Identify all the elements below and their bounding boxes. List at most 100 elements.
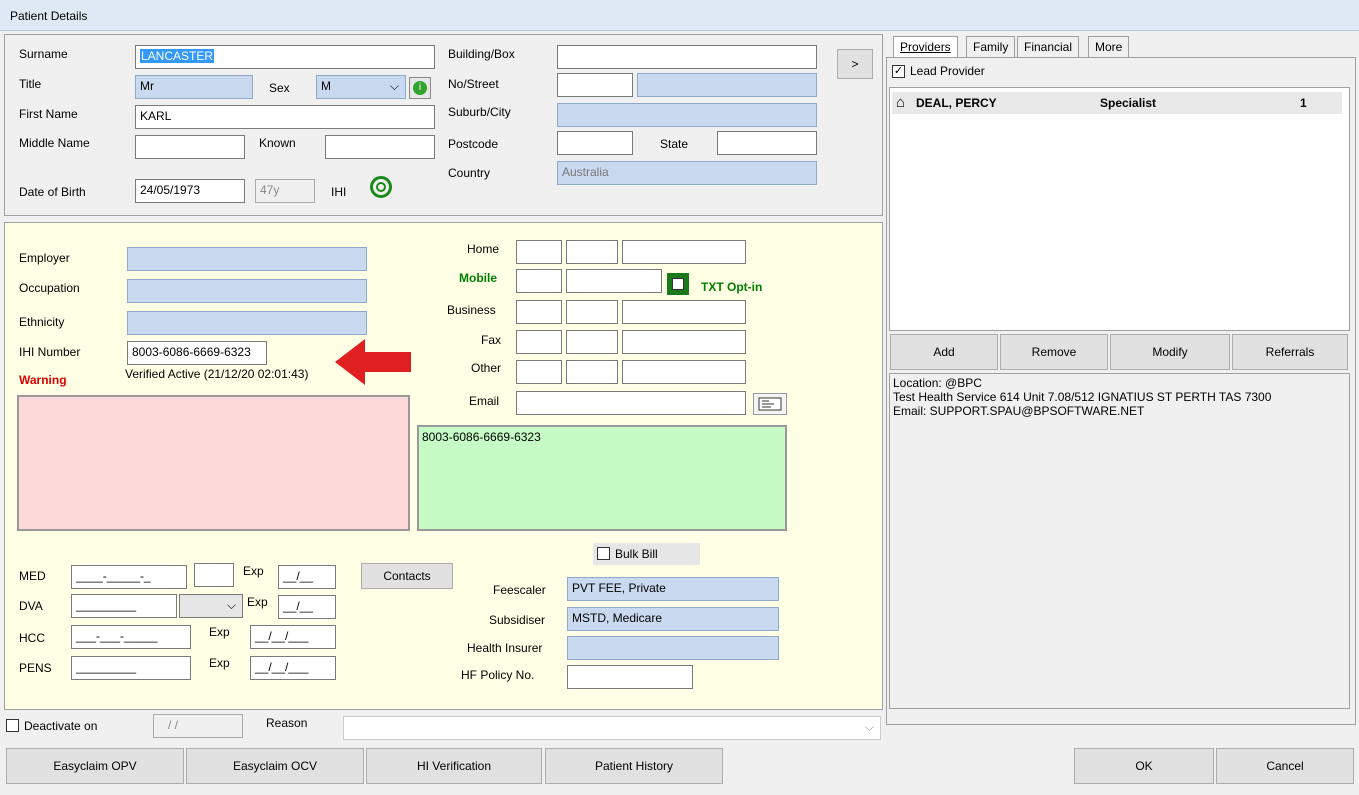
mobile-label: Mobile — [459, 271, 497, 285]
dob-input[interactable]: 24/05/1973 — [135, 179, 245, 203]
business-prefix-input[interactable] — [566, 300, 618, 324]
health-insurer-input[interactable] — [567, 636, 779, 660]
ok-button[interactable]: OK — [1074, 748, 1214, 784]
med-exp-label: Exp — [243, 564, 264, 578]
fax-area-input[interactable] — [516, 330, 562, 354]
other-area-input[interactable] — [516, 360, 562, 384]
business-area-input[interactable] — [516, 300, 562, 324]
txt-optin-checkbox[interactable] — [667, 273, 689, 295]
ihi-notes-textarea[interactable]: 8003-6086-6669-6323 — [417, 425, 787, 531]
email-compose-button[interactable] — [753, 393, 787, 415]
feescaler-input[interactable]: PVT FEE, Private — [567, 577, 779, 601]
title-label: Title — [19, 77, 42, 91]
title-input[interactable]: Mr — [135, 75, 253, 99]
fax-label: Fax — [481, 333, 502, 347]
subsidiser-input[interactable]: MSTD, Medicare — [567, 607, 779, 631]
lead-provider-checkbox[interactable]: ✓ — [892, 65, 905, 78]
occupation-label: Occupation — [19, 281, 80, 295]
surname-value: LANCASTER — [140, 49, 215, 63]
window-title: Patient Details — [10, 9, 88, 23]
postcode-input[interactable] — [557, 131, 633, 155]
tab-providers[interactable]: Providers — [893, 36, 958, 58]
home-area-input[interactable] — [516, 240, 562, 264]
warning-textarea[interactable] — [17, 395, 410, 531]
fax-number-input[interactable] — [622, 330, 746, 354]
more-address-button[interactable]: > — [837, 49, 873, 79]
occupation-input[interactable] — [127, 279, 367, 303]
remove-provider-button[interactable]: Remove — [1000, 334, 1108, 370]
details-panel: Employer Occupation Ethnicity IHI Number… — [4, 222, 883, 710]
med-irn-input[interactable] — [194, 563, 234, 587]
building-input[interactable] — [557, 45, 817, 69]
med-input[interactable]: ____-_____-_ — [71, 565, 187, 589]
deactivate-label: Deactivate on — [24, 719, 98, 733]
tab-financial[interactable]: Financial — [1017, 36, 1080, 58]
home-label: Home — [467, 242, 500, 256]
dva-exp-input[interactable]: __/__ — [278, 595, 336, 619]
other-number-input[interactable] — [622, 360, 746, 384]
first-name-input[interactable]: KARL — [135, 105, 435, 129]
street-no-input[interactable] — [557, 73, 633, 97]
pens-input[interactable]: _________ — [71, 656, 191, 680]
mobile-number-input[interactable] — [566, 269, 662, 293]
other-prefix-input[interactable] — [566, 360, 618, 384]
fax-prefix-input[interactable] — [566, 330, 618, 354]
add-provider-button[interactable]: Add — [890, 334, 998, 370]
provider-list[interactable]: ⌂ DEAL, PERCY Specialist 1 — [889, 87, 1350, 331]
health-insurer-label: Health Insurer — [467, 641, 543, 655]
provider-info-panel: Location: @BPC Test Health Service 614 U… — [889, 373, 1350, 709]
street-label: No/Street — [448, 77, 499, 91]
tab-more[interactable]: More — [1088, 36, 1130, 58]
dva-input[interactable]: _________ — [71, 594, 177, 618]
med-exp-input[interactable]: __/__ — [278, 565, 336, 589]
list-item[interactable]: ⌂ DEAL, PERCY Specialist 1 — [892, 92, 1342, 114]
easyclaim-ocv-button[interactable]: Easyclaim OCV — [186, 748, 364, 784]
lead-provider-label: Lead Provider — [910, 64, 985, 78]
known-input[interactable] — [325, 135, 435, 159]
hcc-input[interactable]: ___-___-_____ — [71, 625, 191, 649]
business-number-input[interactable] — [622, 300, 746, 324]
state-label: State — [660, 137, 689, 151]
deactivate-date-input[interactable]: / / — [153, 714, 243, 738]
state-input[interactable] — [717, 131, 817, 155]
middle-name-input[interactable] — [135, 135, 245, 159]
ihi-number-input[interactable]: 8003-6086-6669-6323 — [127, 341, 267, 365]
cancel-button[interactable]: Cancel — [1216, 748, 1354, 784]
subsidiser-label: Subsidiser — [489, 613, 546, 627]
pens-exp-input[interactable]: __/__/___ — [250, 656, 336, 680]
employer-input[interactable] — [127, 247, 367, 271]
home-prefix-input[interactable] — [566, 240, 618, 264]
middle-name-label: Middle Name — [19, 136, 90, 150]
ihi-status-icon[interactable] — [370, 176, 392, 198]
email-input[interactable] — [516, 391, 746, 415]
mobile-area-input[interactable] — [516, 269, 562, 293]
info-button[interactable]: i — [409, 77, 431, 99]
other-label: Other — [471, 361, 502, 375]
reason-select[interactable]: ⌵ — [343, 716, 881, 740]
modify-provider-button[interactable]: Modify — [1110, 334, 1230, 370]
hcc-exp-input[interactable]: __/__/___ — [250, 625, 336, 649]
window-title-bar: Patient Details — [0, 0, 1359, 31]
referrals-button[interactable]: Referrals — [1232, 334, 1348, 370]
sex-label: Sex — [269, 81, 290, 95]
suburb-input[interactable] — [557, 103, 817, 127]
bulk-bill-checkbox[interactable] — [597, 547, 610, 560]
patient-history-button[interactable]: Patient History — [545, 748, 723, 784]
sex-select[interactable]: M ⌵ — [316, 75, 406, 99]
hf-policy-label: HF Policy No. — [461, 668, 535, 682]
deactivate-checkbox[interactable] — [6, 719, 19, 732]
ihi-label: IHI — [331, 185, 347, 199]
surname-input[interactable]: LANCASTER — [135, 45, 435, 69]
country-input[interactable]: Australia — [557, 161, 817, 185]
street-input[interactable] — [637, 73, 817, 97]
building-label: Building/Box — [448, 47, 515, 61]
hf-policy-input[interactable] — [567, 665, 693, 689]
dva-type-select[interactable]: ⌵ — [179, 594, 243, 618]
hi-verification-button[interactable]: HI Verification — [366, 748, 542, 784]
info-icon: i — [413, 81, 427, 95]
contacts-button[interactable]: Contacts — [361, 563, 453, 589]
easyclaim-opv-button[interactable]: Easyclaim OPV — [6, 748, 184, 784]
home-number-input[interactable] — [622, 240, 746, 264]
tab-family[interactable]: Family — [966, 36, 1016, 58]
ethnicity-input[interactable] — [127, 311, 367, 335]
